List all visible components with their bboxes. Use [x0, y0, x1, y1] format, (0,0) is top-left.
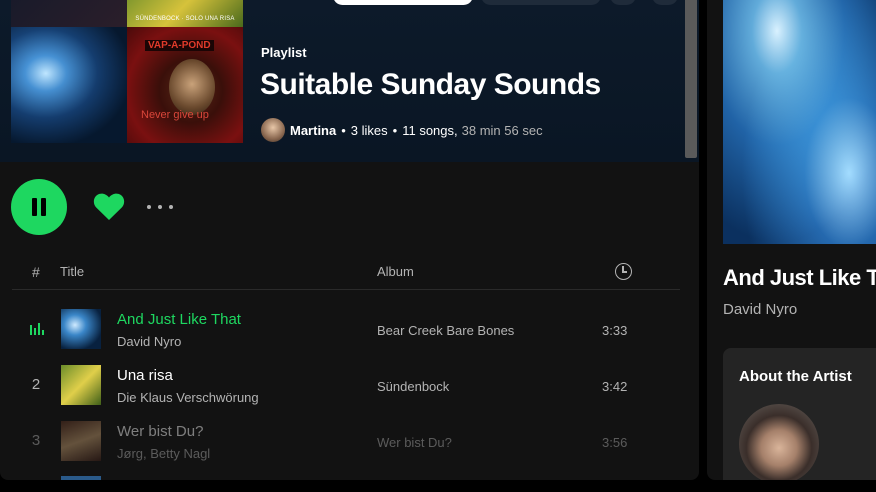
about-artist-title: About the Artist: [739, 368, 852, 385]
now-playing-panel: And Just Like That David Nyro About the …: [707, 0, 876, 480]
tracklist-header: # Title Album: [12, 260, 680, 290]
cover-tile: VAP-A-POND Never give up: [127, 27, 243, 143]
pause-button[interactable]: [11, 179, 67, 235]
playlist-likes: 3 likes: [350, 122, 388, 138]
dot: [147, 205, 151, 209]
cover-caption: SÜNDENBOCK · SOLO UNA RISA: [135, 16, 235, 22]
track-number: 3: [31, 432, 41, 449]
clock-icon: [615, 263, 632, 280]
track-artist[interactable]: Jørg, Betty Nagl: [117, 446, 210, 461]
column-album[interactable]: Album: [377, 264, 414, 279]
track-duration: 3:33: [602, 323, 628, 338]
separator-dot: •: [392, 122, 398, 138]
more-options-icon[interactable]: [145, 198, 175, 216]
separator-dot: •: [341, 122, 346, 138]
track-duration: 3:56: [602, 435, 628, 450]
playlist-meta: Martina • 3 likes • 11 songs, 38 min 56 …: [261, 118, 543, 142]
main-view: SÜNDENBOCK · SOLO UNA RISA VAP-A-POND Ne…: [0, 0, 699, 480]
track-thumbnail: [61, 421, 101, 461]
track-thumbnail: [61, 309, 101, 349]
artist-avatar: [739, 404, 819, 480]
playlist-title: Suitable Sunday Sounds: [260, 68, 601, 101]
column-number: #: [32, 264, 40, 280]
pause-icon: [41, 198, 46, 216]
cover-tile: [11, 0, 127, 27]
playlist-duration: 38 min 56 sec: [461, 122, 543, 138]
cover-face-image: [169, 59, 215, 115]
track-row[interactable]: 3 Wer bist Du? Jørg, Betty Nagl Wer bist…: [12, 413, 680, 469]
about-artist-card[interactable]: About the Artist: [723, 348, 876, 480]
track-artist[interactable]: Die Klaus Verschwörung: [117, 390, 259, 405]
now-playing-title[interactable]: And Just Like That: [723, 265, 876, 291]
playlist-owner[interactable]: Martina: [290, 123, 336, 138]
cover-label: VAP-A-POND: [145, 40, 214, 51]
track-artist[interactable]: David Nyro: [117, 334, 181, 349]
track-title[interactable]: Una risa: [117, 367, 173, 384]
track-title[interactable]: And Just Like That: [117, 311, 241, 328]
now-playing-artwork: [723, 0, 876, 244]
track-thumbnail-partial: [61, 476, 101, 480]
track-duration: 3:42: [602, 379, 628, 394]
track-number: 2: [31, 376, 41, 393]
playlist-type-label: Playlist: [261, 45, 307, 60]
equalizer-icon: [30, 323, 44, 335]
track-album[interactable]: Sündenbock: [377, 379, 449, 394]
top-round-button[interactable]: [610, 0, 636, 5]
owner-avatar[interactable]: [261, 118, 285, 142]
column-title[interactable]: Title: [60, 264, 84, 279]
dot: [169, 205, 173, 209]
heart-icon[interactable]: [93, 191, 125, 221]
cover-tile: SÜNDENBOCK · SOLO UNA RISA: [127, 0, 243, 27]
top-action-button[interactable]: [333, 0, 473, 5]
track-album[interactable]: Wer bist Du?: [377, 435, 452, 450]
top-pill-button[interactable]: [481, 0, 601, 5]
now-playing-artist[interactable]: David Nyro: [723, 301, 797, 318]
cover-tile: [11, 27, 127, 143]
scrollbar-thumb[interactable]: [685, 0, 697, 158]
track-row[interactable]: 2 Una risa Die Klaus Verschwörung Sünden…: [12, 357, 680, 413]
cover-text: Never give up: [141, 109, 209, 121]
track-row[interactable]: And Just Like That David Nyro Bear Creek…: [12, 301, 680, 357]
dot: [158, 205, 162, 209]
playlist-header: SÜNDENBOCK · SOLO UNA RISA VAP-A-POND Ne…: [0, 0, 699, 162]
top-round-button-2[interactable]: [652, 0, 678, 5]
pause-icon: [32, 198, 37, 216]
track-album[interactable]: Bear Creek Bare Bones: [377, 323, 514, 338]
track-thumbnail: [61, 365, 101, 405]
playlist-song-count: 11 songs,: [402, 122, 458, 138]
playlist-cover: SÜNDENBOCK · SOLO UNA RISA VAP-A-POND Ne…: [11, 0, 243, 143]
track-title[interactable]: Wer bist Du?: [117, 423, 203, 440]
